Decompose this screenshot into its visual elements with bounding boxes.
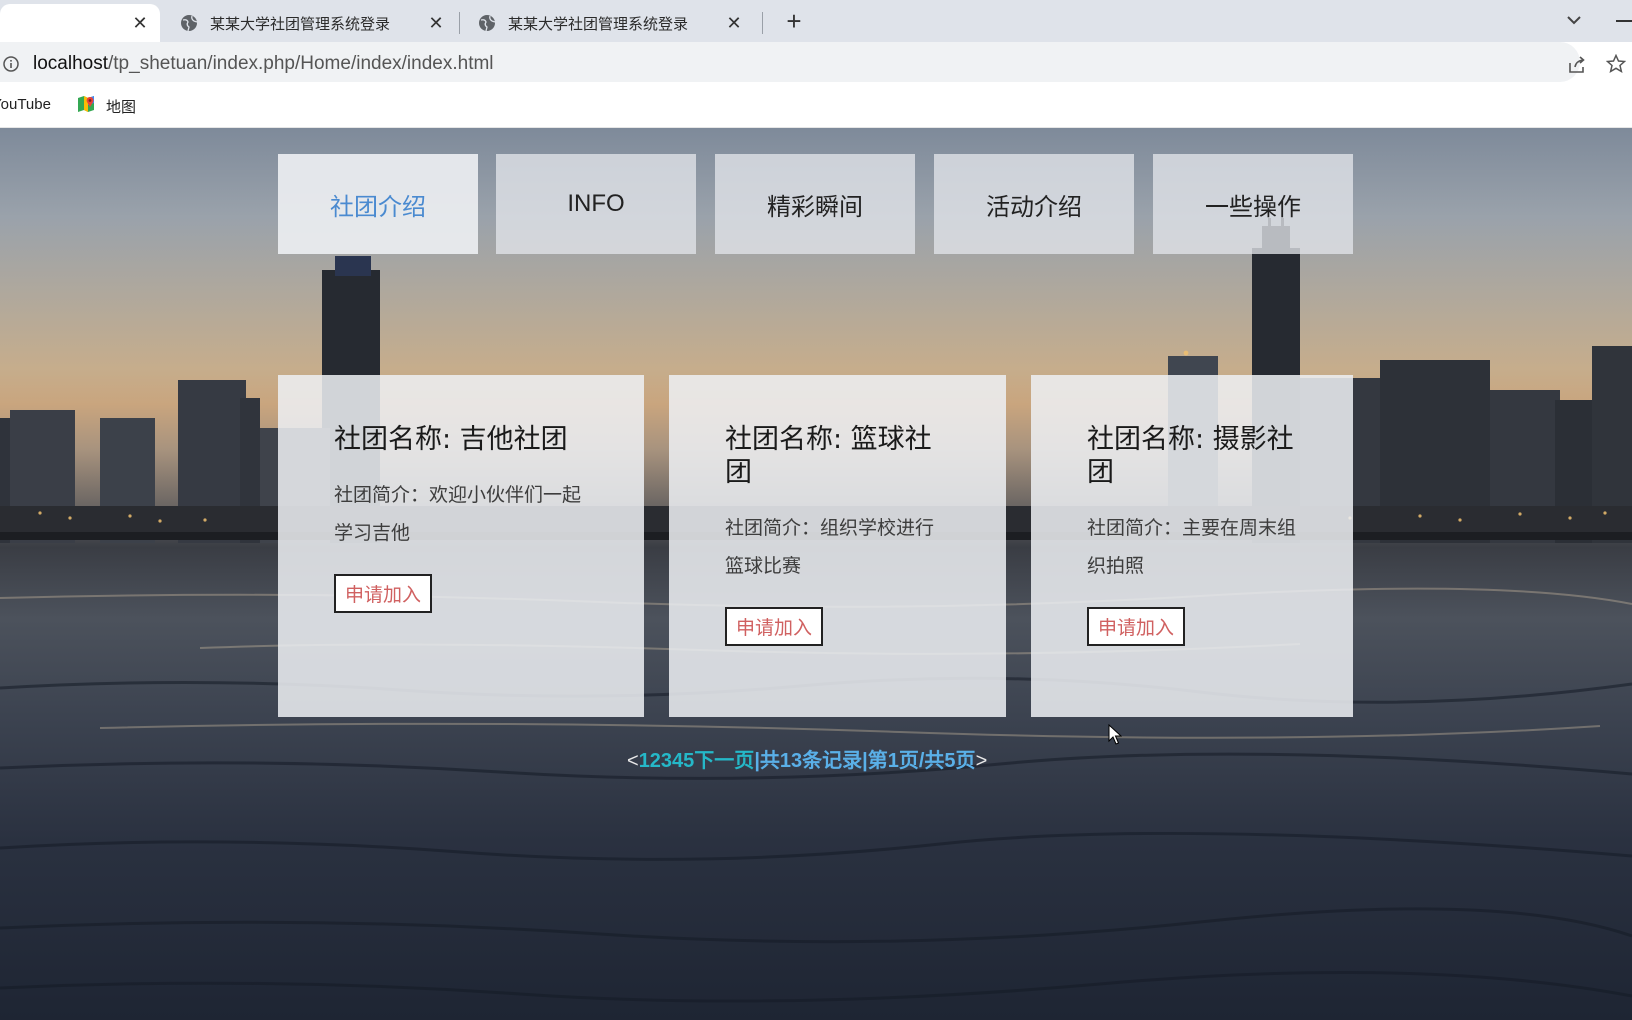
- tab-divider: [459, 12, 460, 34]
- share-icon[interactable]: [1567, 55, 1587, 75]
- nav-highlights[interactable]: 精彩瞬间: [715, 154, 915, 254]
- join-button[interactable]: 申请加入: [1087, 607, 1186, 646]
- mouse-cursor-icon: [1108, 724, 1122, 745]
- tab-title: 某某大学社团管理系统登录: [210, 15, 391, 33]
- maps-icon: [78, 96, 94, 112]
- club-intro: 社团简介：主要在周末组织拍照: [1087, 517, 1297, 577]
- globe-icon: [479, 15, 496, 32]
- bookmark-maps[interactable]: 地图: [106, 96, 136, 117]
- url-host: localhost: [33, 53, 108, 74]
- browser-tab-login-1[interactable]: 某某大学社团管理系统登录 ✕: [166, 4, 456, 42]
- pagination: <12345下一页|共13条记录|第1页/共5页>: [627, 744, 1007, 773]
- nav-info[interactable]: INFO: [496, 154, 696, 254]
- chevron-down-icon[interactable]: [1562, 8, 1586, 32]
- pager-summary: |共13条记录|第1页/共5页: [754, 750, 976, 772]
- pager-open: <: [627, 750, 639, 772]
- tab-divider: [762, 12, 763, 34]
- globe-icon: [181, 15, 198, 32]
- browser-tab-login-2[interactable]: 某某大学社团管理系统登录 ✕: [464, 4, 754, 42]
- nav-club-intro[interactable]: 社团介绍: [278, 154, 478, 254]
- close-icon[interactable]: ✕: [724, 13, 744, 34]
- club-intro: 社团简介：欢迎小伙伴们一起学习吉他: [334, 484, 582, 544]
- bookmark-youtube[interactable]: YouTube: [0, 96, 51, 113]
- new-tab-button[interactable]: +: [778, 6, 810, 38]
- club-card: 社团名称: 吉他社团 社团简介：欢迎小伙伴们一起学习吉他 申请加入: [278, 375, 644, 717]
- join-button[interactable]: 申请加入: [725, 607, 824, 646]
- bookmarks-bar: [0, 82, 1632, 128]
- join-button[interactable]: 申请加入: [334, 574, 433, 613]
- club-card: 社团名称: 摄影社团 社团简介：主要在周末组织拍照 申请加入: [1031, 375, 1353, 717]
- star-icon[interactable]: [1606, 54, 1626, 74]
- browser-tab-active[interactable]: ✕: [0, 4, 160, 42]
- nav-operations[interactable]: 一些操作: [1153, 154, 1353, 254]
- club-name: 社团名称: 摄影社团: [1087, 424, 1294, 488]
- pager-page-links[interactable]: 12345下一页: [639, 750, 755, 772]
- club-intro: 社团简介：组织学校进行篮球比赛: [725, 517, 935, 577]
- club-name: 社团名称: 篮球社团: [725, 424, 932, 488]
- pager-close: >: [975, 750, 988, 772]
- club-name: 社团名称: 吉他社团: [334, 424, 568, 455]
- minimize-icon[interactable]: [1616, 20, 1632, 22]
- page-viewport: 社团介绍 INFO 精彩瞬间 活动介绍 一些操作 社团名称: 吉他社团 社团简介…: [0, 128, 1632, 1020]
- url-path: /tp_shetuan/index.php/Home/index/index.h…: [108, 53, 494, 74]
- url-text[interactable]: localhost/tp_shetuan/index.php/Home/inde…: [33, 53, 494, 75]
- close-icon[interactable]: ✕: [130, 13, 150, 34]
- club-card: 社团名称: 篮球社团 社团简介：组织学校进行篮球比赛 申请加入: [669, 375, 1006, 717]
- close-icon[interactable]: ✕: [426, 13, 446, 34]
- nav-activities[interactable]: 活动介绍: [934, 154, 1134, 254]
- info-icon[interactable]: [3, 56, 19, 72]
- tab-title: 某某大学社团管理系统登录: [508, 15, 689, 33]
